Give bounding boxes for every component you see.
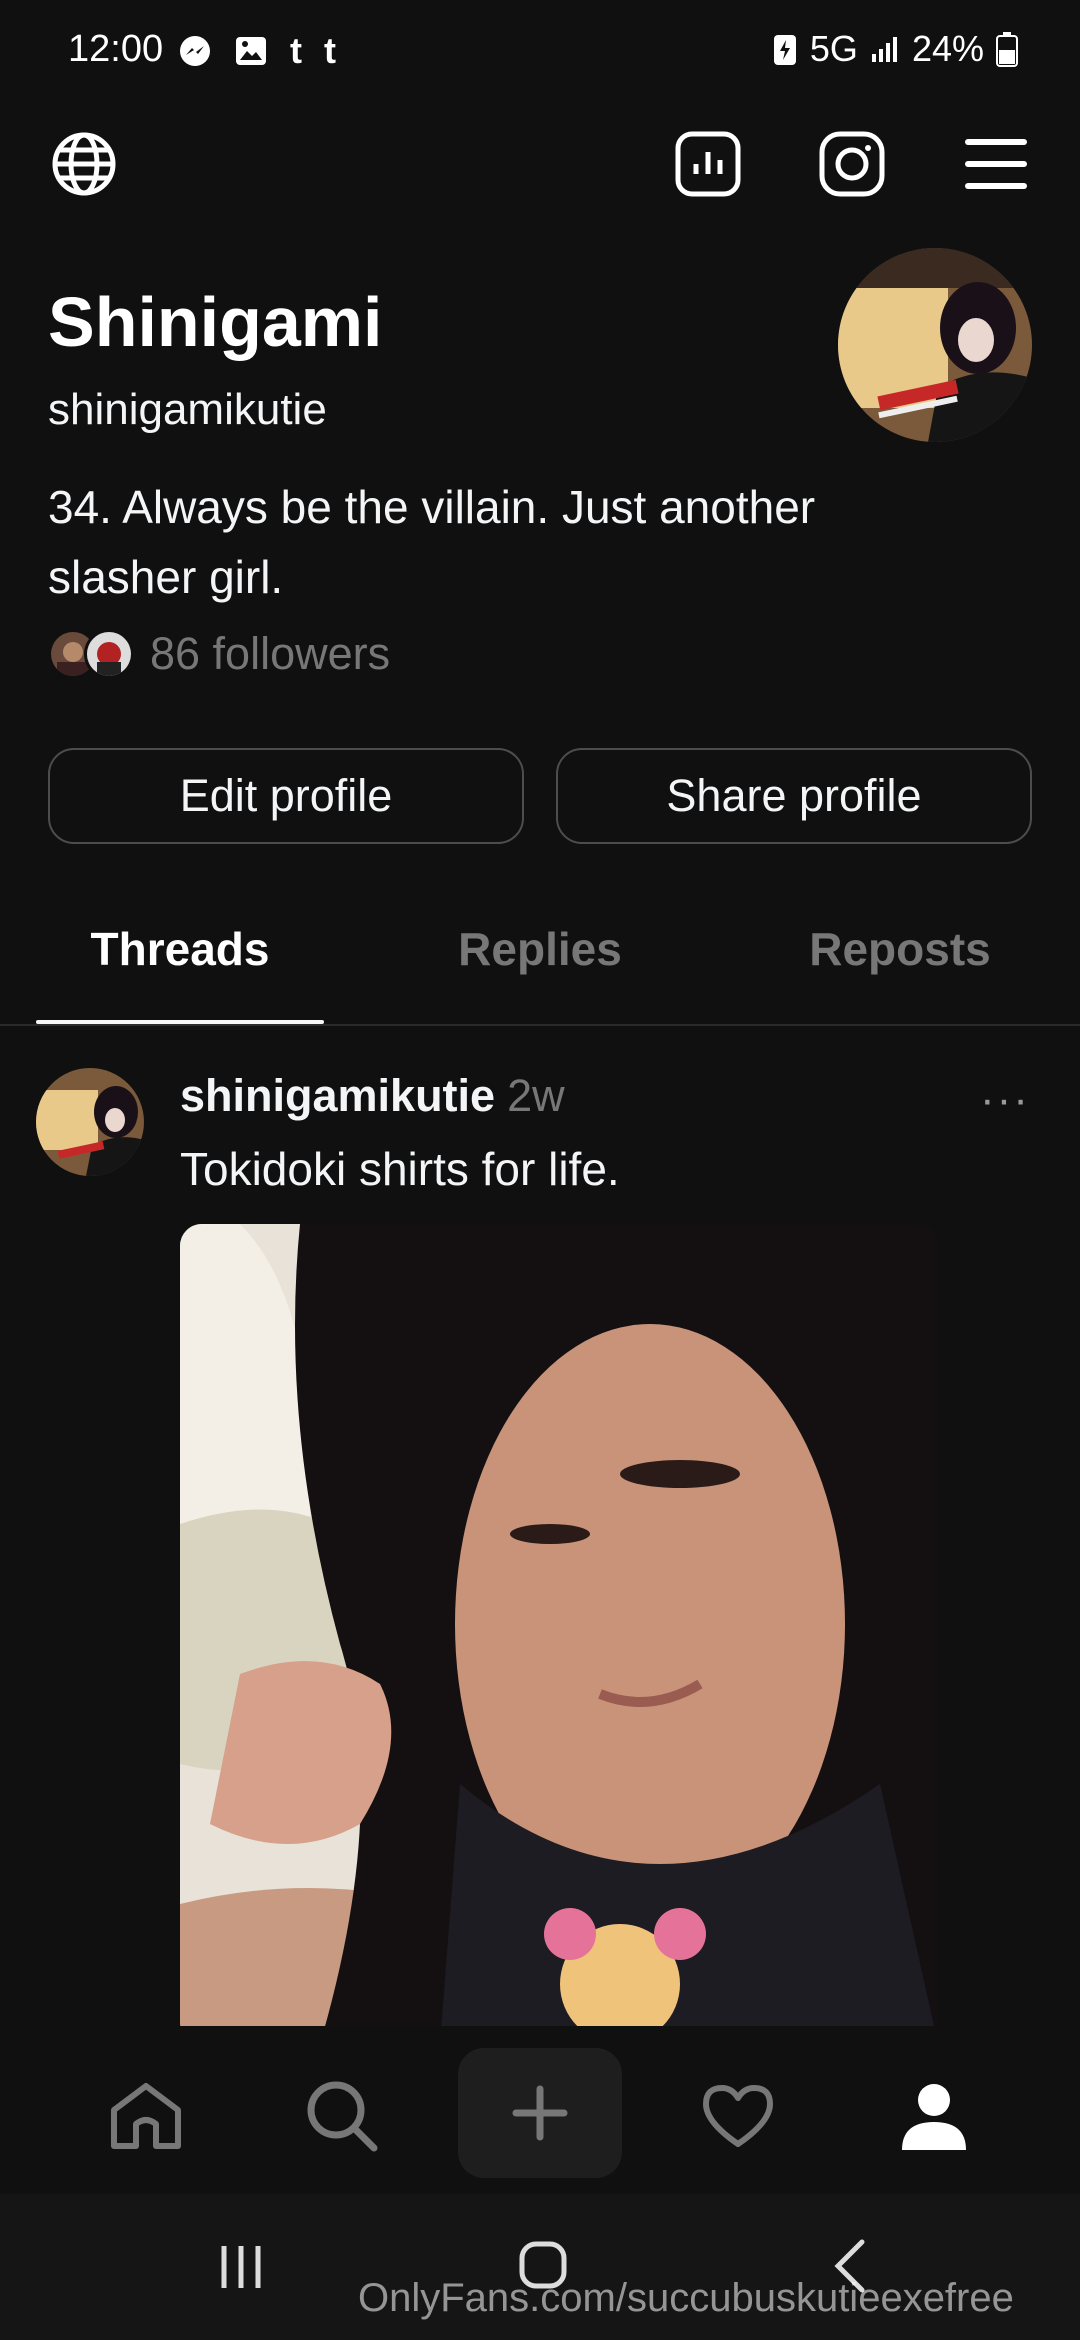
create-icon <box>512 2085 568 2141</box>
profile-avatar[interactable] <box>838 248 1032 442</box>
followers-row[interactable]: 86 followers <box>48 628 390 680</box>
messenger-icon <box>178 34 212 68</box>
status-right: 5G 24% <box>772 28 1018 70</box>
signal-icon <box>871 37 897 62</box>
battery-saver-icon <box>773 35 796 65</box>
post-username[interactable]: shinigamikutie <box>180 1070 495 1121</box>
create-button[interactable] <box>458 2048 622 2178</box>
battery-icon <box>996 32 1018 67</box>
instagram-icon[interactable] <box>816 128 888 200</box>
tumblr-icon: t <box>290 30 302 71</box>
post-text: Tokidoki shirts for life. <box>180 1143 620 1195</box>
profile-icon[interactable] <box>884 2066 984 2166</box>
network-label: 5G <box>809 28 858 69</box>
recent-apps-icon[interactable] <box>216 2242 266 2297</box>
profile-name: Shinigami <box>48 283 383 361</box>
menu-icon[interactable] <box>960 128 1032 200</box>
tab-divider <box>0 1024 1080 1026</box>
search-icon[interactable] <box>292 2066 392 2166</box>
share-profile-button[interactable]: Share profile <box>556 748 1032 844</box>
watermark: OnlyFans.com/succubuskutieexefree <box>358 2276 1014 2320</box>
insights-icon[interactable] <box>672 128 744 200</box>
post-header: shinigamikutie 2w <box>180 1070 565 1122</box>
follower-avatar <box>84 629 134 679</box>
profile-handle: shinigamikutie <box>48 385 327 434</box>
activity-icon[interactable] <box>688 2066 788 2166</box>
edit-profile-button[interactable]: Edit profile <box>48 748 524 844</box>
home-icon[interactable] <box>96 2066 196 2166</box>
post-avatar[interactable] <box>36 1068 144 1176</box>
tab-threads[interactable]: Threads <box>0 922 360 976</box>
tumblr-icon: t <box>324 30 336 71</box>
tab-replies[interactable]: Replies <box>360 922 720 976</box>
profile-bio: 34. Always be the villain. Just another … <box>48 481 816 603</box>
more-options-icon[interactable]: ··· <box>980 1075 1030 1125</box>
status-icons-left: t t <box>178 30 336 72</box>
gallery-icon <box>234 34 268 68</box>
post-time: 2w <box>507 1070 565 1121</box>
tab-active-indicator <box>36 1020 324 1024</box>
post-image[interactable] <box>180 1224 938 2044</box>
status-time: 12:00 <box>68 28 164 70</box>
battery-label: 24% <box>911 28 984 69</box>
tab-reposts[interactable]: Reposts <box>720 922 1080 976</box>
globe-icon[interactable] <box>48 128 120 200</box>
followers-count: 86 followers <box>150 628 391 679</box>
